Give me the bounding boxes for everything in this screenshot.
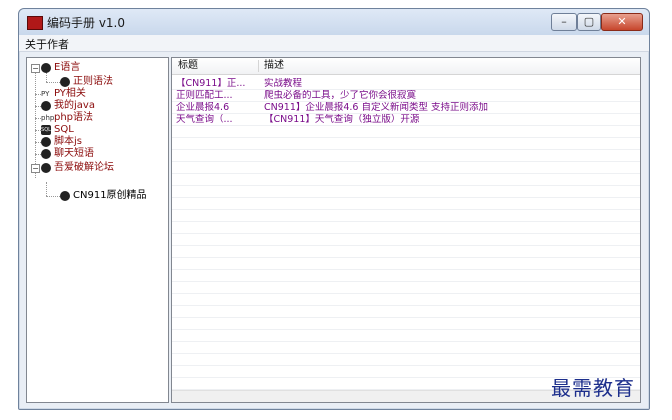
grid-line: [172, 257, 640, 258]
tree-node-java[interactable]: 我的java: [41, 100, 161, 112]
tree-node-cn911-originals[interactable]: CN911原创精品: [60, 190, 160, 202]
app-window: 编码手册 v1.0 – ▢ ✕ 关于作者 − E语言 正则语法 PY PY相关: [18, 8, 650, 410]
grid-line: [172, 281, 640, 282]
python-icon: PY: [41, 90, 50, 98]
grid-line: [172, 293, 640, 294]
grid-line: [172, 209, 640, 210]
chat-icon: [41, 149, 51, 159]
maximize-icon: ▢: [583, 15, 595, 28]
forum-icon: [60, 191, 70, 201]
help-icon: [60, 77, 70, 87]
list-header: 标题 描述: [172, 58, 640, 75]
tree-node-php[interactable]: php php语法: [41, 112, 161, 124]
window-title: 编码手册 v1.0: [47, 16, 126, 30]
watermark-text: 最需教育: [551, 376, 635, 400]
tree-node-chat-phrases[interactable]: 聊天短语: [41, 148, 161, 160]
php-icon: php: [41, 114, 55, 122]
grid-line: [172, 149, 640, 150]
column-header-title[interactable]: 标题: [178, 58, 198, 74]
js-icon: [41, 137, 51, 147]
grid-line: [172, 245, 640, 246]
grid-line: [172, 185, 640, 186]
grid-line: [172, 329, 640, 330]
minimize-icon: –: [561, 15, 567, 28]
tree-node-e-language[interactable]: E语言: [41, 62, 161, 74]
grid-line: [172, 233, 640, 234]
column-header-description[interactable]: 描述: [264, 58, 284, 74]
app-icon: [27, 16, 43, 30]
grid-line: [172, 137, 640, 138]
java-icon: [41, 101, 51, 111]
menu-item-about-author[interactable]: 关于作者: [25, 36, 69, 52]
grid-line: [172, 221, 640, 222]
tree-node-regex[interactable]: 正则语法: [60, 76, 160, 88]
grid-line: [172, 89, 640, 90]
maximize-button[interactable]: ▢: [577, 13, 601, 31]
grid-line: [172, 341, 640, 342]
category-tree[interactable]: − E语言 正则语法 PY PY相关 我的java php php语法 SQL …: [26, 57, 169, 403]
tree-node-sql[interactable]: SQL SQL: [41, 124, 161, 136]
grid-line: [172, 317, 640, 318]
menu-bar: 关于作者: [19, 35, 649, 52]
grid-line: [172, 197, 640, 198]
close-icon: ✕: [617, 15, 627, 28]
close-button[interactable]: ✕: [601, 13, 643, 31]
grid-line: [172, 269, 640, 270]
tree-node-js[interactable]: 脚本js: [41, 136, 161, 148]
title-bar[interactable]: 编码手册 v1.0 – ▢ ✕: [19, 9, 649, 35]
tree-node-python[interactable]: PY PY相关: [41, 88, 161, 100]
sql-icon: SQL: [41, 125, 51, 135]
expand-toggle-e-language[interactable]: −: [31, 64, 40, 73]
grid-line: [172, 305, 640, 306]
grid-line: [172, 173, 640, 174]
tree-node-forum[interactable]: 吾爱破解论坛: [41, 162, 161, 174]
grid-line: [172, 365, 640, 366]
grid-line: [172, 161, 640, 162]
minimize-button[interactable]: –: [551, 13, 577, 31]
expand-toggle-forum[interactable]: −: [31, 164, 40, 173]
grid-line: [172, 113, 640, 114]
grid-line: [172, 125, 640, 126]
article-list[interactable]: 标题 描述 【CN911】正... 实战教程 正则匹配工... 爬虫必备的工具，…: [171, 57, 641, 403]
grid-line: [172, 101, 640, 102]
grid-line: [172, 353, 640, 354]
help-icon: [41, 63, 51, 73]
forum-icon: [41, 163, 51, 173]
